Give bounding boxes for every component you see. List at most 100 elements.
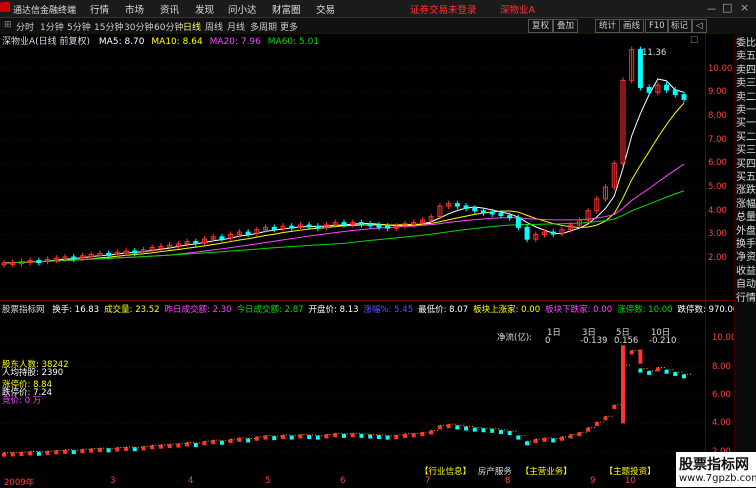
industry-info-tag[interactable]: 【行业信息】 — [420, 467, 471, 477]
sidebar-item[interactable]: 卖五 — [736, 50, 756, 63]
date-tick: 4 — [188, 476, 194, 486]
date-tick: 10 — [625, 476, 636, 486]
step-mark — [682, 374, 686, 379]
period-15min[interactable]: 15分钟 — [94, 20, 123, 33]
f10-button[interactable]: F10 — [645, 19, 669, 33]
netflow-label: 净流(亿): — [497, 333, 532, 343]
step-mark — [315, 435, 320, 440]
step-mark — [246, 438, 251, 443]
sidebar-item[interactable]: 买二 — [736, 131, 756, 144]
fuquan-button[interactable]: 复权 — [528, 19, 554, 33]
date-tick: 6 — [340, 476, 346, 486]
main-business-tag[interactable]: 【主营业务】 — [521, 467, 572, 477]
candle — [245, 231, 251, 235]
step-mark — [333, 433, 338, 438]
sidebar-item[interactable]: 卖三 — [736, 77, 756, 90]
candle — [507, 214, 513, 219]
step-mark — [124, 446, 129, 451]
sidebar-item[interactable]: 总量 — [736, 211, 756, 224]
step-mark — [10, 452, 15, 457]
sidebar-item[interactable]: 收益 — [736, 265, 756, 278]
minimize-icon[interactable]: － — [706, 1, 717, 17]
stats-button[interactable]: 统计 — [595, 19, 621, 33]
sidebar-item[interactable]: 涨跌 — [736, 184, 756, 197]
period-5min[interactable]: 5分钟 — [67, 20, 91, 33]
maximize-icon[interactable]: □ — [722, 1, 732, 14]
collapse-button[interactable]: ◁ — [692, 19, 707, 33]
netflow-value: 0 — [545, 336, 551, 346]
sub-tick: 6.00 — [712, 390, 731, 400]
step-mark — [71, 450, 76, 455]
sidebar-item[interactable]: 涨幅 — [736, 198, 756, 211]
sidebar-item[interactable]: 卖四 — [736, 64, 756, 77]
step-mark — [586, 427, 591, 432]
period-daily[interactable]: 日线 — [183, 20, 201, 33]
menu-jiaoyi[interactable]: 交易 — [316, 2, 335, 16]
close-icon[interactable]: × — [740, 1, 749, 14]
period-weekly[interactable]: 周线 — [205, 20, 223, 33]
candle — [646, 87, 652, 93]
period-30min[interactable]: 30分钟 — [124, 20, 153, 33]
step-mark — [603, 416, 608, 421]
step-mark — [638, 368, 643, 373]
netflow-value: -0.139 — [580, 336, 608, 346]
industry-value: 房产服务 — [477, 467, 512, 477]
date-tick: 8 — [505, 476, 511, 486]
step-mark — [97, 448, 102, 453]
price-tick: 2.00 — [708, 253, 727, 264]
candle — [306, 224, 312, 228]
menu-caifuquan[interactable]: 财富圈 — [272, 2, 301, 16]
step-mark — [455, 425, 460, 430]
period-monthly[interactable]: 月线 — [227, 20, 245, 33]
period-multi[interactable]: 多周期 — [250, 20, 277, 33]
step-mark — [167, 444, 172, 449]
menu-zixun[interactable]: 资讯 — [160, 2, 179, 16]
sidebar-item[interactable]: 自动 — [736, 278, 756, 291]
step-mark — [629, 350, 634, 355]
sidebar-item[interactable]: 买四 — [736, 158, 756, 171]
netflow-value: 0.156 — [614, 336, 639, 346]
menu-shichang[interactable]: 市场 — [125, 2, 144, 16]
price-chart[interactable] — [0, 33, 705, 300]
step-mark — [446, 424, 451, 429]
expand-icon[interactable]: ⊞ — [4, 20, 12, 30]
step-mark — [376, 435, 381, 440]
period-fenshi[interactable]: 分时 — [16, 20, 34, 33]
candle — [515, 217, 521, 228]
step-mark — [211, 440, 216, 445]
sidebar-item[interactable]: 买一 — [736, 117, 756, 130]
menu-wenxiaoda[interactable]: 问小达 — [228, 2, 257, 16]
sidebar-item[interactable]: 卖一 — [736, 104, 756, 117]
period-1min[interactable]: 1分钟 — [40, 20, 64, 33]
step-mark — [350, 433, 355, 438]
sidebar-item[interactable]: 买五 — [736, 171, 756, 184]
period-60min[interactable]: 60分钟 — [154, 20, 183, 33]
sidebar-item[interactable]: 卖二 — [736, 91, 756, 104]
mark-button[interactable]: 标记 — [667, 19, 693, 33]
theme-tag[interactable]: 【主题投资】 — [605, 467, 656, 477]
watermark: 股票指标网 www.7gpzb.com — [676, 452, 756, 487]
stock-name-top: 深物业A — [500, 5, 535, 16]
menu-hangqing[interactable]: 行情 — [90, 2, 109, 16]
sidebar-item[interactable]: 委比 — [736, 37, 756, 50]
bottom-info-bar: 【行业信息】 房产服务 【主营业务】 【主题投资】 — [420, 465, 656, 477]
sidebar-item[interactable]: 外盘 — [736, 225, 756, 238]
candle — [498, 212, 504, 216]
period-more[interactable]: 更多 — [280, 20, 298, 33]
spike-bar — [620, 345, 625, 424]
sidebar-item[interactable]: 买三 — [736, 144, 756, 157]
overlay-button[interactable]: 叠加 — [553, 19, 579, 33]
login-notice[interactable]: 证券交易未登录 — [410, 2, 477, 16]
step-mark — [45, 450, 50, 455]
step-mark — [132, 447, 137, 452]
step-mark — [507, 431, 512, 436]
step-mark — [176, 443, 181, 448]
menu-faxian[interactable]: 发现 — [195, 2, 214, 16]
sub-label: 人均持股: 2390 — [2, 368, 64, 378]
sidebar-item[interactable]: 行情 — [736, 292, 756, 305]
sidebar-item[interactable]: 净资 — [736, 251, 756, 264]
step-mark — [193, 442, 198, 447]
draw-line-button[interactable]: 画线 — [619, 19, 645, 33]
sidebar-item[interactable]: 换手 — [736, 238, 756, 251]
step-mark — [664, 369, 669, 374]
